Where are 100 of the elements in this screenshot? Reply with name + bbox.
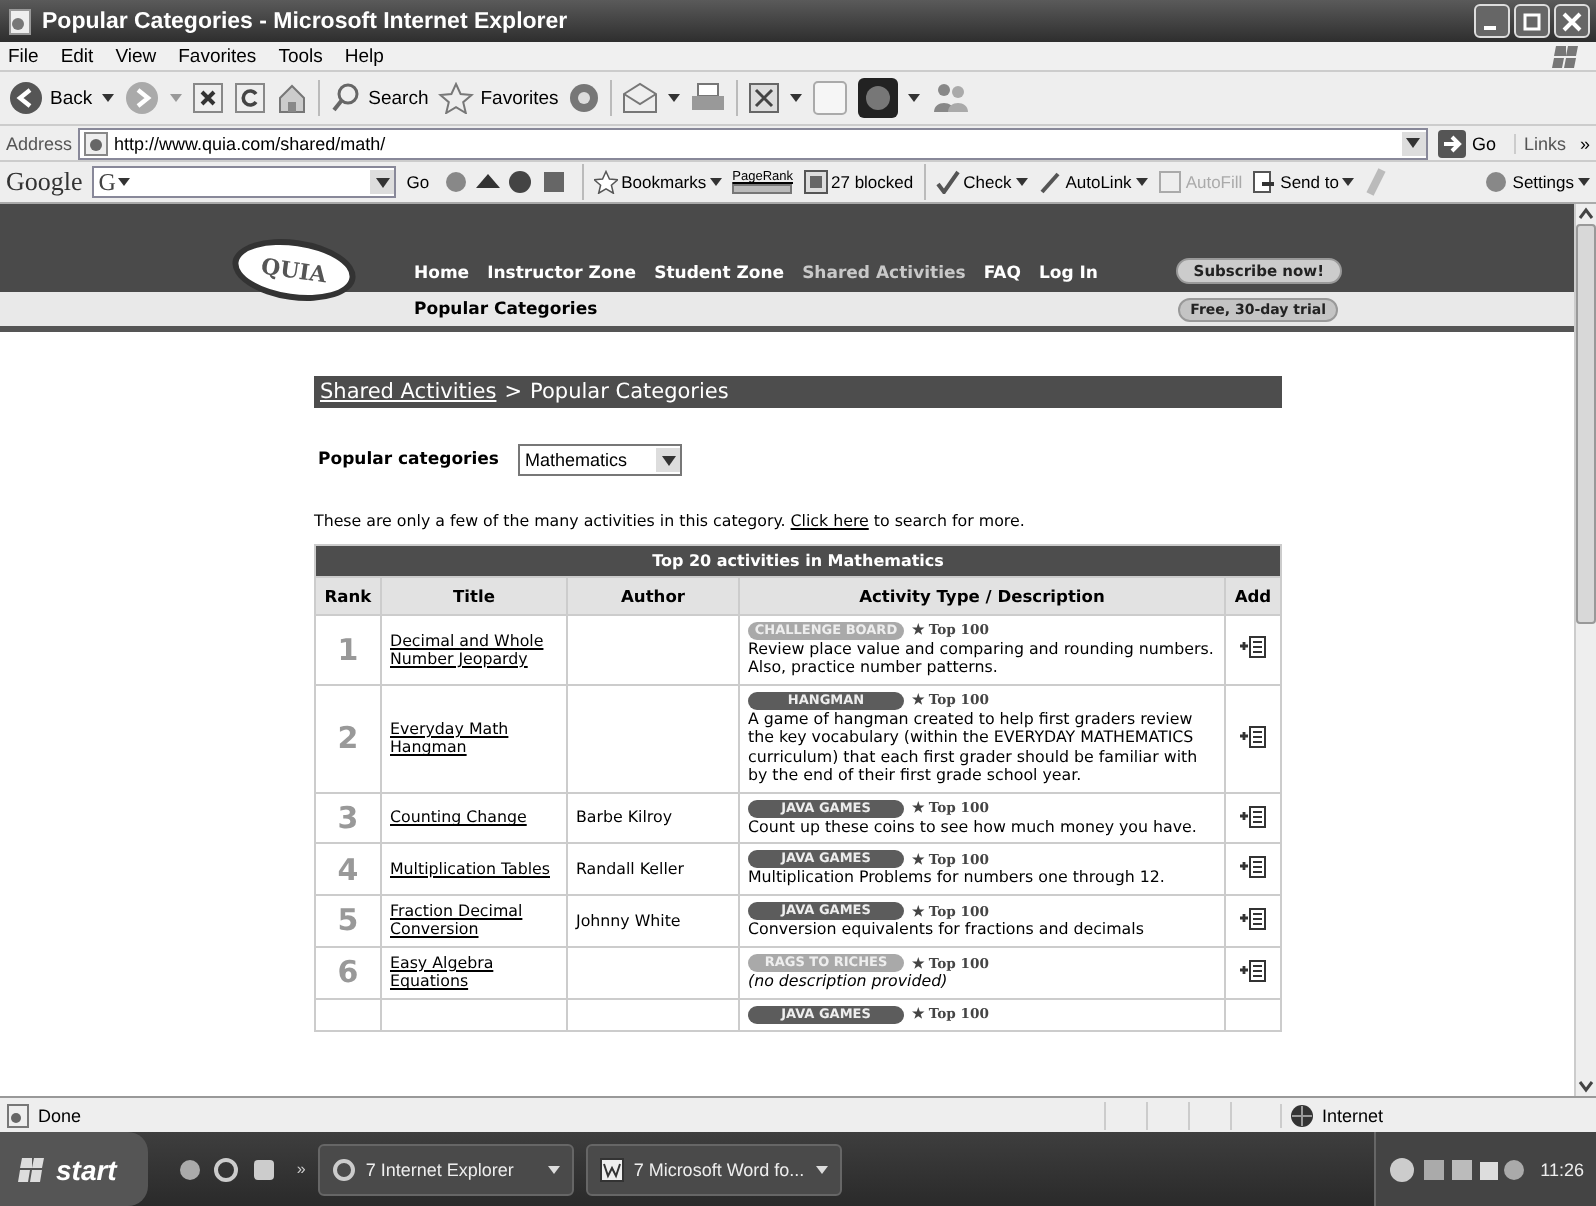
menu-item[interactable]: Favorites [178, 45, 257, 67]
add-icon[interactable] [1239, 907, 1266, 930]
scroll-down-icon[interactable] [1576, 1076, 1596, 1096]
add-icon[interactable] [1239, 959, 1266, 982]
settings-button[interactable]: Settings [1484, 170, 1590, 194]
taskbar-button[interactable]: 7 Microsoft Word fo... [585, 1143, 842, 1195]
add-icon[interactable] [1239, 805, 1266, 828]
page-icon [6, 1103, 30, 1127]
caret-icon[interactable] [790, 94, 803, 102]
tray-icons-drawing[interactable] [1388, 1155, 1529, 1183]
scroll-up-icon[interactable] [1576, 204, 1596, 224]
caret-icon [117, 178, 130, 186]
google-search-field[interactable]: G [92, 166, 397, 198]
favorites-button[interactable]: Favorites [438, 82, 559, 114]
caret-icon[interactable] [668, 94, 681, 102]
rank-cell: 6 [315, 946, 381, 999]
breadcrumb-current: Popular Categories [530, 380, 729, 404]
star-icon [593, 170, 618, 194]
search-button[interactable]: Search [330, 82, 429, 114]
menu-item[interactable]: Help [344, 45, 384, 67]
google-logo: Google [6, 166, 83, 198]
menu-item[interactable]: Tools [278, 45, 323, 67]
edit-icon[interactable] [748, 82, 781, 114]
caret-icon [1342, 178, 1355, 186]
column-header: Activity Type / Description [739, 577, 1225, 615]
star-icon [438, 82, 475, 114]
category-label: Popular categories [318, 450, 499, 470]
people-icon[interactable] [930, 82, 971, 114]
messenger-icon[interactable] [858, 78, 899, 118]
caret-icon [1135, 178, 1148, 186]
nav-link[interactable]: FAQ [983, 264, 1021, 284]
more-button[interactable]: » [1579, 133, 1590, 153]
table-title: Top 20 activities in Mathematics [315, 545, 1281, 577]
scroll-thumb[interactable] [1576, 224, 1596, 624]
caret-icon[interactable] [102, 94, 115, 102]
breadcrumb-link[interactable]: Shared Activities [320, 380, 497, 404]
status-text: Done [38, 1105, 82, 1125]
close-button[interactable] [1554, 4, 1590, 38]
menu-item[interactable]: Edit [60, 45, 94, 67]
category-dropdown[interactable]: Mathematics [518, 444, 683, 476]
go-button[interactable]: Go [1433, 129, 1508, 157]
address-label: Address [6, 133, 73, 153]
add-icon[interactable] [1239, 636, 1266, 659]
browser-icon [331, 1157, 356, 1181]
home-icon[interactable] [276, 82, 309, 114]
form-icon [1157, 170, 1182, 194]
stop-icon[interactable] [192, 82, 225, 114]
nav-link[interactable]: Home [414, 264, 470, 284]
media-icon[interactable] [568, 82, 601, 114]
caret-icon [1578, 178, 1590, 186]
bookmarks-button[interactable]: Bookmarks [593, 170, 723, 194]
security-zone: Internet [1322, 1105, 1384, 1125]
nav-link[interactable]: Instructor Zone [487, 264, 637, 284]
send-to-button[interactable]: Send to [1252, 170, 1355, 194]
rank-cell: 2 [315, 684, 381, 793]
print-icon[interactable] [690, 82, 727, 114]
caret-icon [375, 177, 390, 187]
page-icon [84, 131, 109, 155]
go-button[interactable]: Go [406, 172, 430, 192]
nav-link[interactable]: Log In [1038, 264, 1098, 284]
dropdown-button[interactable] [1401, 131, 1426, 155]
clock: 11:26 [1540, 1159, 1584, 1179]
links-button[interactable]: Links [1513, 133, 1574, 153]
popup-blocker-button[interactable]: 27 blocked [803, 170, 914, 194]
spell-check-button[interactable]: Check [935, 170, 1028, 194]
window-title: Popular Categories - Microsoft Internet Explorer [42, 9, 568, 33]
rank-cell: 3 [315, 792, 381, 844]
add-icon[interactable] [1239, 725, 1266, 748]
address-field[interactable]: http://www.quia.com/shared/math/ [78, 127, 1428, 159]
start-button[interactable]: start [0, 1132, 149, 1206]
search-icon [330, 82, 363, 114]
quick-launch-more-button[interactable]: » [296, 1160, 306, 1178]
back-button[interactable]: Back [8, 80, 93, 116]
menu-item[interactable]: View [115, 45, 157, 67]
column-header: Author [567, 577, 739, 615]
rank-cell: 5 [315, 894, 381, 947]
mail-icon[interactable] [622, 82, 659, 114]
maximize-button[interactable] [1514, 4, 1550, 38]
document-icon [599, 1157, 624, 1181]
add-icon[interactable] [1239, 856, 1266, 879]
menu-item[interactable]: File [8, 45, 39, 67]
circle-icon [1484, 170, 1509, 194]
page-icon [6, 7, 34, 35]
nav-link[interactable]: Student Zone [654, 264, 785, 284]
breadcrumb-separator: > [504, 380, 523, 404]
caret-icon[interactable] [908, 94, 921, 102]
wand-icon [1037, 170, 1062, 194]
refresh-icon[interactable] [234, 82, 267, 114]
send-icon [1252, 170, 1277, 194]
taskbar-button[interactable]: 7 Internet Explorer [317, 1143, 574, 1195]
vertical-scrollbar[interactable] [1574, 204, 1596, 1096]
autolink-button[interactable]: AutoLink [1037, 170, 1148, 194]
windows-logo-icon [16, 1155, 48, 1183]
section-title: Popular Categories [414, 299, 598, 319]
maximize-icon [1522, 11, 1542, 31]
dropdown-button[interactable] [370, 170, 395, 194]
caret-icon [815, 1165, 828, 1173]
nav-link[interactable]: Shared Activities [802, 264, 966, 284]
minimize-button[interactable] [1474, 4, 1510, 38]
check-icon [935, 170, 960, 194]
